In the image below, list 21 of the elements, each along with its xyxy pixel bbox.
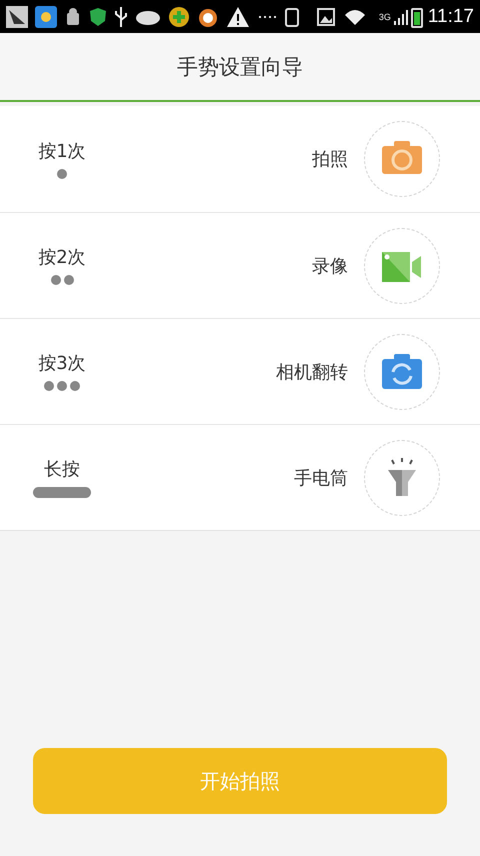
gesture-label: 按3次 [38, 352, 86, 375]
gesture-label: 长按 [44, 458, 80, 481]
page-title: 手势设置向导 [177, 54, 303, 80]
network-label: 3G [378, 12, 391, 22]
clock: 11:17 [428, 6, 474, 28]
robot-icon [64, 6, 82, 26]
battery-icon [410, 6, 423, 28]
shield-icon [89, 6, 107, 26]
action-label: 拍照 [312, 148, 348, 171]
action-label: 手电筒 [294, 466, 348, 490]
gesture-label: 按1次 [38, 140, 86, 162]
action-label: 录像 [312, 254, 348, 278]
warning-icon [226, 6, 250, 28]
signal-icon [394, 8, 408, 24]
plus-icon [168, 6, 190, 28]
sun-icon [35, 6, 57, 28]
action-label: 相机翻转 [276, 360, 348, 384]
gesture-label: 按2次 [38, 246, 86, 269]
image-icon [316, 6, 336, 26]
usb-icon [114, 6, 128, 28]
start-button[interactable]: 开始拍照 [33, 748, 447, 814]
